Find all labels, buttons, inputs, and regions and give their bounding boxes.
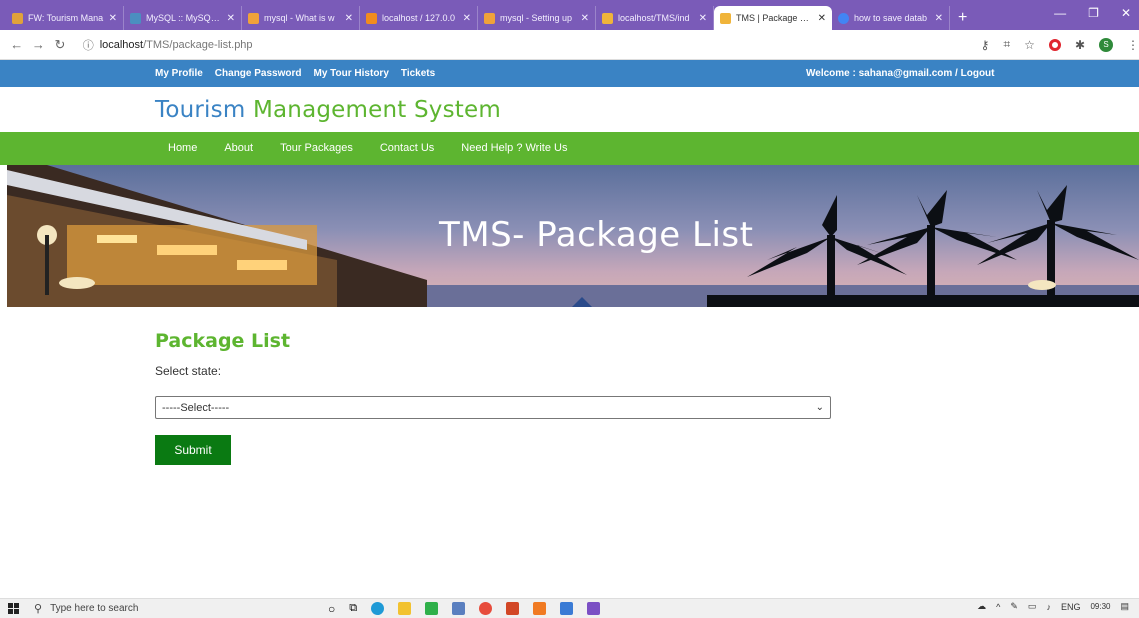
star-icon[interactable]: ☆ (1024, 38, 1035, 52)
forward-icon[interactable]: → (28, 37, 50, 52)
minimize-icon[interactable]: — (1054, 6, 1066, 20)
extensions-icon[interactable]: ✱ (1075, 38, 1085, 52)
banner-title: TMS- Package List (439, 215, 754, 255)
close-icon[interactable]: ✕ (109, 13, 117, 24)
page-banner: TMS- Package List (7, 165, 1139, 307)
browser-address-bar: ← → ↻ ⓘ localhost/TMS/package-list.php ⚷… (0, 30, 1139, 60)
site-logo-title[interactable]: Tourism Management System (155, 97, 501, 123)
brand-row: Tourism Management System (0, 87, 1139, 132)
windows-start-icon[interactable] (0, 603, 26, 614)
close-icon[interactable]: ✕ (699, 13, 707, 24)
my-tour-history-link[interactable]: My Tour History (314, 68, 389, 79)
close-icon[interactable]: ✕ (227, 13, 235, 24)
search-icon: ⚲ (34, 603, 43, 615)
maximize-icon[interactable]: ❐ (1088, 6, 1099, 20)
url-input[interactable]: ⓘ localhost/TMS/package-list.php (77, 34, 1067, 56)
nav-need-help[interactable]: Need Help ? Write Us (461, 142, 567, 154)
browser-tab[interactable]: mysql - What is w ✕ (242, 6, 360, 30)
browser-tab[interactable]: localhost / 127.0.0 ✕ (360, 6, 478, 30)
app-icon[interactable] (452, 602, 466, 615)
windows-taskbar: ⚲ Type here to search ○ ⧉ ☁ ^ ✎ ▭ ♪ ENG … (0, 598, 1139, 618)
tickets-link[interactable]: Tickets (401, 68, 435, 79)
new-tab-button[interactable]: + (950, 6, 975, 30)
cortana-icon[interactable]: ○ (328, 602, 335, 616)
taskbar-search-input[interactable]: ⚲ Type here to search (26, 599, 290, 618)
close-icon[interactable]: ✕ (818, 13, 826, 24)
close-icon[interactable]: ✕ (581, 13, 589, 24)
volume-icon[interactable]: ♪ (1046, 602, 1051, 612)
network-tray-icon[interactable]: ☁ (977, 601, 986, 612)
tab-favicon (484, 12, 495, 24)
reload-icon[interactable]: ↻ (49, 37, 71, 53)
change-password-link[interactable]: Change Password (215, 68, 302, 79)
close-icon[interactable]: ✕ (345, 13, 353, 24)
window-controls: — ❐ ✕ (1054, 6, 1131, 20)
edge-icon[interactable] (371, 602, 385, 615)
back-icon[interactable]: ← (6, 37, 28, 52)
nav-home[interactable]: Home (168, 142, 197, 154)
tab-favicon (720, 12, 731, 24)
welcome-logout-link[interactable]: Welcome : sahana@gmail.com / Logout (806, 68, 995, 79)
browser-tab[interactable]: how to save datab ✕ (832, 6, 950, 30)
site-top-bar: My Profile Change Password My Tour Histo… (0, 60, 1139, 87)
lang-indicator[interactable]: ENG (1061, 602, 1081, 612)
tab-favicon (12, 12, 23, 24)
taskbar-apps: ○ ⧉ (328, 602, 601, 616)
tab-favicon (130, 12, 141, 24)
profile-avatar[interactable]: S (1099, 37, 1113, 52)
nav-about[interactable]: About (224, 142, 253, 154)
chevron-up-icon[interactable]: ^ (996, 602, 1000, 612)
tab-favicon (248, 12, 259, 24)
task-view-icon[interactable]: ⧉ (349, 602, 357, 615)
main-nav: Home About Tour Packages Contact Us Need… (0, 132, 1139, 165)
my-profile-link[interactable]: My Profile (155, 68, 203, 79)
submit-button[interactable]: Submit (155, 435, 231, 465)
tab-favicon (838, 12, 849, 24)
select-state-label: Select state: (155, 364, 222, 378)
store-icon[interactable] (425, 602, 439, 615)
key-icon[interactable]: ⚷ (981, 38, 990, 52)
state-select[interactable]: -----Select----- ⌄ (155, 396, 831, 419)
info-icon[interactable]: ⓘ (83, 37, 94, 53)
browser-toolbar-icons: ⚷ ⌗ ☆ ✱ S ⋮ (981, 37, 1139, 52)
battery-icon[interactable]: ▭ (1028, 601, 1037, 612)
chrome-icon[interactable] (479, 602, 493, 615)
system-tray: ☁ ^ ✎ ▭ ♪ ENG 09:30 ▤ (977, 601, 1129, 612)
onenote-icon[interactable] (587, 602, 601, 615)
page-title: Package List (155, 330, 291, 352)
paint-icon[interactable] (560, 602, 574, 615)
file-explorer-icon[interactable] (398, 602, 412, 615)
nav-contact-us[interactable]: Contact Us (380, 142, 434, 154)
browser-tab-strip: FW: Tourism Mana ✕ MySQL :: MySQL S ✕ mysq… (0, 0, 1139, 30)
pen-icon[interactable]: ✎ (1010, 601, 1018, 612)
browser-tab-active[interactable]: TMS | Package List ✕ (714, 6, 832, 30)
close-icon[interactable]: ✕ (935, 13, 943, 24)
browser-tab[interactable]: FW: Tourism Mana ✕ (6, 6, 124, 30)
sublime-icon[interactable] (533, 602, 547, 615)
notifications-icon[interactable]: ▤ (1120, 601, 1129, 612)
chevron-down-icon: ⌄ (815, 402, 824, 413)
nav-tour-packages[interactable]: Tour Packages (280, 142, 353, 154)
browser-tab[interactable]: MySQL :: MySQL S ✕ (124, 6, 242, 30)
browser-tab[interactable]: localhost/TMS/ind ✕ (596, 6, 714, 30)
powerpoint-icon[interactable] (506, 602, 520, 615)
browser-tab[interactable]: mysql - Setting up ✕ (478, 6, 596, 30)
translate-icon[interactable]: ⌗ (1003, 37, 1010, 52)
opera-icon[interactable] (1048, 38, 1061, 51)
close-icon[interactable]: ✕ (463, 13, 471, 24)
clock[interactable]: 09:30 (1090, 602, 1110, 611)
close-window-icon[interactable]: ✕ (1121, 6, 1131, 20)
tab-favicon (366, 12, 377, 24)
package-list-form: Package List Select state: -----Select--… (155, 330, 831, 465)
tab-favicon (602, 12, 613, 24)
menu-icon[interactable]: ⋮ (1127, 38, 1139, 52)
